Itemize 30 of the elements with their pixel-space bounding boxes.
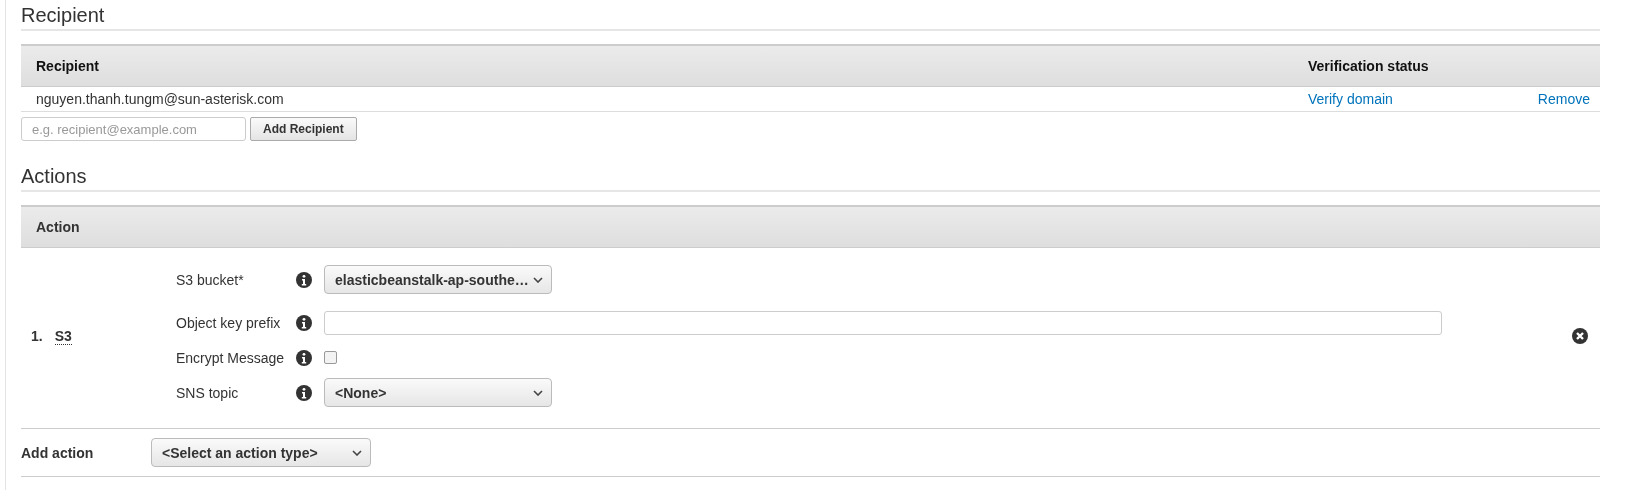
- checkbox[interactable]: [324, 351, 337, 364]
- caret-icon: [352, 449, 362, 456]
- caret-icon: [533, 276, 543, 283]
- info-icon[interactable]: [296, 314, 312, 331]
- section-title: Actions: [21, 161, 1600, 192]
- verify-domain-link[interactable]: Verify domain: [1308, 91, 1393, 107]
- caret-icon: [533, 389, 543, 396]
- remove-icon[interactable]: [1572, 328, 1588, 344]
- section-title: Recipient: [21, 0, 1600, 31]
- field-label: Object key prefix: [176, 314, 282, 331]
- action-type: S3: [54, 327, 72, 345]
- field-label: SNS topic: [176, 384, 240, 401]
- remove-link[interactable]: Remove: [1537, 91, 1590, 107]
- recipient-email: nguyen.thanh.tungm@sun-asterisk.com: [35, 91, 285, 107]
- column-header: Action: [35, 219, 81, 235]
- field-label: Encrypt Message: [176, 349, 286, 366]
- column-header: Verification status: [1308, 58, 1430, 74]
- field-label: S3 bucket*: [176, 271, 245, 288]
- info-icon[interactable]: [296, 271, 312, 288]
- text-input-field[interactable]: [324, 310, 1442, 335]
- column-header: Recipient: [35, 58, 100, 74]
- action-number: 1.: [31, 327, 43, 345]
- dropdown[interactable]: <None>: [324, 378, 552, 407]
- info-icon[interactable]: [296, 349, 312, 366]
- dropdown[interactable]: <Select an action type>: [151, 438, 371, 467]
- add-action-label: Add action: [21, 444, 95, 461]
- info-icon[interactable]: [296, 384, 312, 401]
- recipient-input-field[interactable]: e.g. recipient@example.com: [21, 117, 246, 141]
- dropdown[interactable]: elasticbeanstalk-ap-southe…: [324, 265, 552, 294]
- add-recipient-button[interactable]: Add Recipient: [250, 117, 357, 141]
